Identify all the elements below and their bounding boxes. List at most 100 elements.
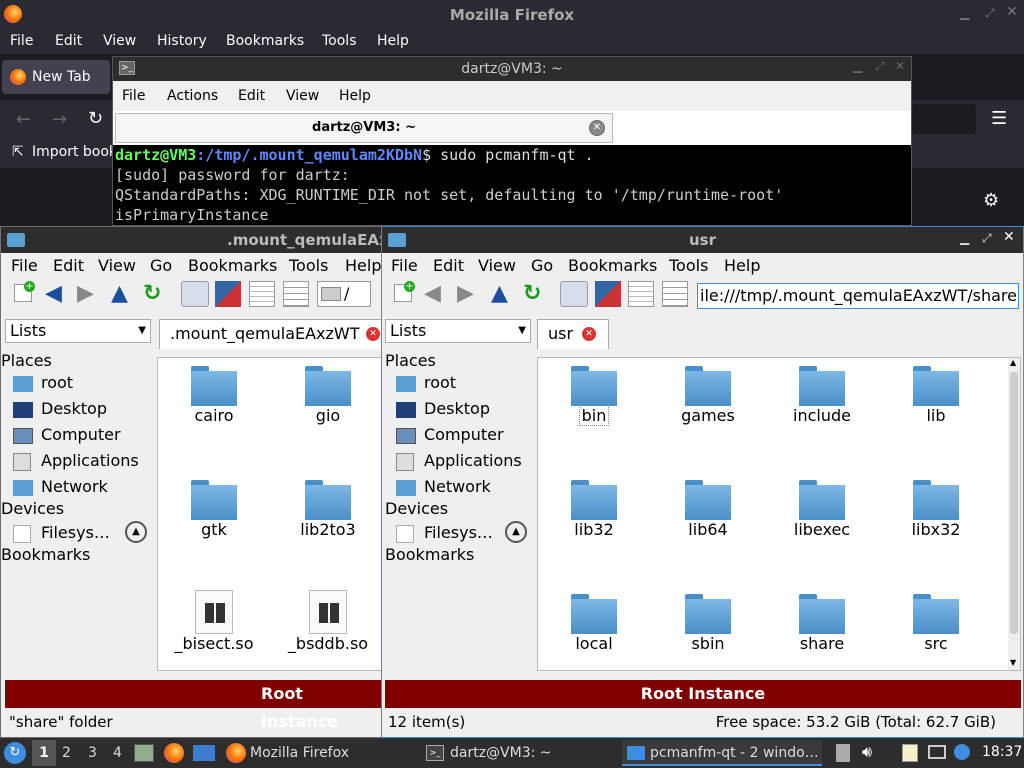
- back-menu-help[interactable]: Help: [345, 256, 381, 275]
- clipboard-icon[interactable]: [902, 744, 918, 762]
- task-pcmanfm[interactable]: pcmanfm-qt - 2 windo…: [622, 740, 822, 766]
- notes-tray-icon[interactable]: [836, 744, 850, 762]
- file-item-lib2to3[interactable]: lib2to3: [278, 480, 378, 539]
- screen-icon[interactable]: [928, 745, 946, 759]
- firefox-close-icon[interactable]: ✕: [1006, 4, 1018, 20]
- terminal-close-icon[interactable]: ✕: [895, 59, 905, 73]
- sidebar-item-root[interactable]: root: [13, 373, 73, 392]
- sidebar-item-root[interactable]: root: [396, 373, 456, 392]
- up-arrow-icon[interactable]: ▲: [111, 281, 137, 307]
- firefox-menu-view[interactable]: View: [103, 33, 136, 49]
- icon-view-icon[interactable]: [181, 281, 209, 307]
- terminal-tab-close-icon[interactable]: ✕: [589, 120, 605, 136]
- detailed-view-icon[interactable]: [283, 281, 309, 307]
- terminal-minimize-icon[interactable]: ▁: [853, 59, 862, 73]
- file-item-src[interactable]: src: [886, 594, 986, 653]
- file-item-bin[interactable]: bin: [544, 366, 644, 426]
- forward-icon[interactable]: →: [52, 109, 67, 130]
- scroll-down-icon[interactable]: ▼: [1010, 658, 1016, 667]
- file-item-local[interactable]: local: [544, 594, 644, 653]
- file-item-libx32[interactable]: libx32: [886, 480, 986, 539]
- eject-icon[interactable]: ▲: [505, 521, 527, 543]
- back-menu-edit[interactable]: Edit: [53, 256, 84, 275]
- usr-maximize-icon[interactable]: ⤢: [982, 231, 992, 246]
- workspace-1[interactable]: 1: [32, 740, 56, 766]
- thumbnail-view-icon[interactable]: [215, 281, 241, 307]
- usr-path-field[interactable]: ile:///tmp/.mount_qemulaEAxzWT/share: [697, 283, 1019, 309]
- terminal-menu-file[interactable]: File: [122, 88, 145, 104]
- scrollbar-thumb[interactable]: [1010, 372, 1018, 634]
- file-item-share[interactable]: share: [772, 594, 872, 653]
- firefox-minimize-icon[interactable]: ▁: [960, 6, 969, 20]
- firefox-menu-edit[interactable]: Edit: [55, 33, 82, 49]
- start-menu-icon[interactable]: ↻: [4, 742, 26, 764]
- sidebar-item-applications[interactable]: Applications: [13, 451, 139, 471]
- usr-menu-help[interactable]: Help: [724, 256, 760, 275]
- volume-icon[interactable]: 🔊︎: [862, 742, 872, 762]
- terminal-menu-view[interactable]: View: [286, 88, 319, 104]
- terminal-menu-actions[interactable]: Actions: [167, 88, 218, 104]
- new-tab-icon[interactable]: +: [391, 281, 417, 307]
- file-item-lib32[interactable]: lib32: [544, 480, 644, 539]
- up-arrow-icon[interactable]: ▲: [491, 281, 517, 307]
- file-item-sbin[interactable]: sbin: [658, 594, 758, 653]
- file-item-lib64[interactable]: lib64: [658, 480, 758, 539]
- detailed-view-icon[interactable]: [662, 281, 688, 307]
- usr-menu-edit[interactable]: Edit: [433, 256, 464, 275]
- tab-close-icon[interactable]: ✕: [582, 327, 596, 341]
- usr-close-icon[interactable]: ✕: [1003, 229, 1015, 245]
- back-menu-go[interactable]: Go: [150, 256, 172, 275]
- firefox-menu-file[interactable]: File: [10, 33, 33, 49]
- thumbnail-view-icon[interactable]: [595, 281, 621, 307]
- usr-tab[interactable]: usr ✕: [537, 319, 609, 349]
- file-item-libexec[interactable]: libexec: [772, 480, 872, 539]
- sidebar-item-network[interactable]: Network: [396, 477, 491, 496]
- file-item-include[interactable]: include: [772, 366, 872, 425]
- terminal-output[interactable]: dartz@VM3:/tmp/.mount_qemulam2KDbN$ sudo…: [113, 145, 911, 225]
- file-item-lib[interactable]: lib: [886, 366, 986, 425]
- usr-minimize-icon[interactable]: ▁: [960, 231, 969, 245]
- sidebar-item-computer[interactable]: Computer: [13, 425, 121, 444]
- compact-view-icon[interactable]: [249, 281, 275, 307]
- terminal-menu-help[interactable]: Help: [339, 88, 371, 104]
- settings-gear-icon[interactable]: ⚙: [983, 190, 999, 211]
- firefox-menu-bookmarks[interactable]: Bookmarks: [226, 33, 304, 49]
- hamburger-menu-icon[interactable]: ☰: [991, 108, 1007, 129]
- back-arrow-icon[interactable]: ◀: [45, 281, 71, 307]
- usr-side-select[interactable]: Lists ▼: [385, 319, 531, 343]
- back-tab[interactable]: .mount_qemulaEAxzWT ✕: [159, 319, 383, 349]
- back-menu-bookmarks[interactable]: Bookmarks: [188, 256, 277, 275]
- terminal-maximize-icon[interactable]: ⤢: [875, 59, 885, 74]
- back-arrow-icon[interactable]: ◀: [424, 281, 450, 307]
- firefox-menu-history[interactable]: History: [157, 33, 207, 49]
- workspace-3[interactable]: 3: [88, 745, 97, 761]
- sidebar-item-network[interactable]: Network: [13, 477, 108, 496]
- back-side-select[interactable]: Lists ▼: [5, 319, 151, 343]
- usr-menu-tools[interactable]: Tools: [669, 256, 708, 275]
- import-bookmarks-link[interactable]: Import book: [32, 144, 117, 160]
- show-desktop-icon[interactable]: [193, 745, 215, 761]
- file-item-gio[interactable]: gio: [278, 366, 378, 425]
- forward-arrow-icon[interactable]: ▶: [77, 281, 103, 307]
- firefox-menu-help[interactable]: Help: [377, 33, 409, 49]
- back-menu-view[interactable]: View: [98, 256, 136, 275]
- terminal-menu-edit[interactable]: Edit: [238, 88, 265, 104]
- tab-close-icon[interactable]: ✕: [366, 327, 380, 341]
- forward-arrow-icon[interactable]: ▶: [457, 281, 483, 307]
- sidebar-item-filesystem[interactable]: Filesys…: [396, 523, 493, 543]
- network-status-icon[interactable]: [954, 744, 970, 760]
- workspace-2[interactable]: 2: [62, 745, 71, 761]
- file-item-gtk[interactable]: gtk: [164, 480, 264, 539]
- scrollbar[interactable]: ▲ ▼: [1008, 358, 1020, 670]
- usr-menu-bookmarks[interactable]: Bookmarks: [568, 256, 657, 275]
- eject-icon[interactable]: ▲: [125, 521, 147, 543]
- back-menu-file[interactable]: File: [11, 256, 38, 275]
- firefox-launcher-icon[interactable]: [164, 743, 184, 763]
- sidebar-item-applications[interactable]: Applications: [396, 451, 522, 471]
- task-firefox[interactable]: Mozilla Firefox: [222, 740, 412, 766]
- reload-icon[interactable]: ↻: [88, 108, 103, 129]
- refresh-icon[interactable]: ↻: [523, 281, 549, 307]
- compact-view-icon[interactable]: [628, 281, 654, 307]
- icon-view-icon[interactable]: [560, 281, 588, 307]
- file-item-cairo[interactable]: cairo: [164, 366, 264, 425]
